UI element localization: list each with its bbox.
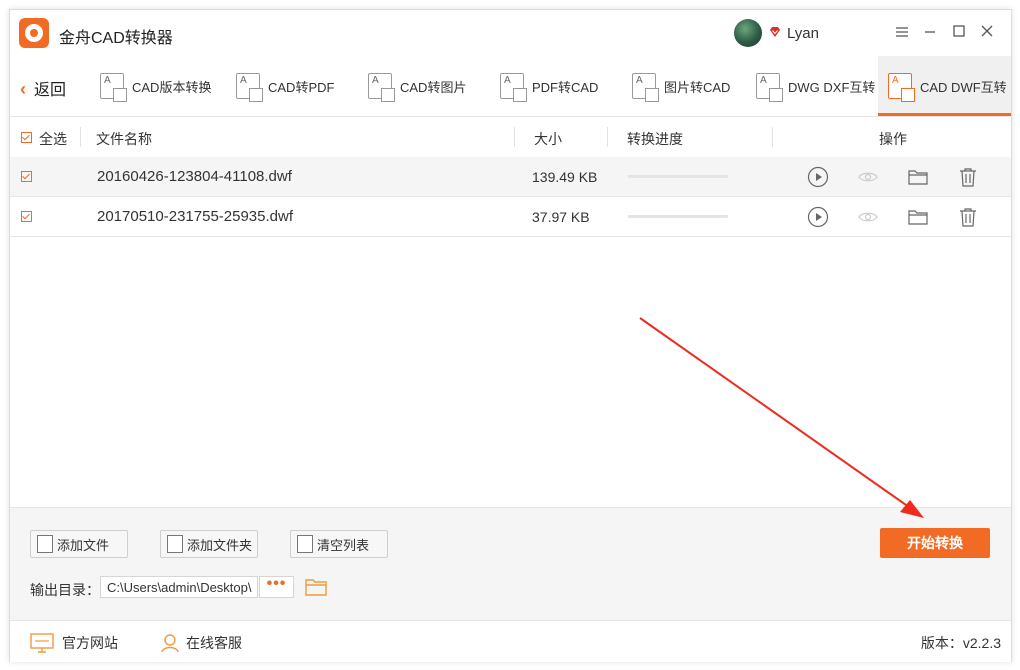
eye-icon[interactable] xyxy=(857,206,879,228)
tab-image-to-cad[interactable]: 图片转CAD xyxy=(632,56,730,116)
add-file-icon xyxy=(37,535,53,553)
tab-cad-to-pdf[interactable]: CAD转PDF xyxy=(236,56,334,116)
maximize-icon[interactable] xyxy=(949,22,969,42)
dwg-dxf-icon xyxy=(756,73,783,102)
username[interactable]: Lyan xyxy=(787,25,819,42)
file-name: 20170510-231755-25935.dwf xyxy=(97,208,294,225)
row-checkbox[interactable] xyxy=(21,211,32,222)
app-logo-icon xyxy=(19,18,49,48)
user-avatar[interactable] xyxy=(734,19,762,47)
cad-version-icon xyxy=(100,73,127,102)
app-window: 金舟CAD转换器 Lyan ‹返回 CAD版本转换 CAD转P xyxy=(9,9,1012,662)
open-folder-icon[interactable] xyxy=(304,576,328,598)
official-website-link[interactable]: 官方网站 xyxy=(30,633,118,653)
cad-to-image-icon xyxy=(368,73,395,102)
eye-icon[interactable] xyxy=(857,166,879,188)
tab-label: DWG DXF互转 xyxy=(788,79,876,95)
tab-dwg-dxf[interactable]: DWG DXF互转 xyxy=(756,56,875,116)
status-bar: 官方网站 在线客服 版本：v2.2.3 xyxy=(10,620,1011,662)
official-website-label: 官方网站 xyxy=(62,635,118,651)
table-header: 全选 文件名称 大小 转换进度 操作 xyxy=(10,117,1011,157)
column-header-name: 文件名称 xyxy=(96,131,152,147)
tab-label: PDF转CAD xyxy=(532,79,599,95)
add-folder-button[interactable]: 添加文件夹 xyxy=(160,530,258,558)
play-icon[interactable] xyxy=(807,166,829,188)
table-row[interactable]: 20170510-231755-25935.dwf 37.97 KB xyxy=(10,197,1011,237)
output-path-field[interactable]: C:\Users\admin\Desktop\ xyxy=(100,576,258,598)
column-divider xyxy=(80,127,81,147)
back-button[interactable]: ‹ 返回 xyxy=(20,76,66,100)
tool-bar: ‹ 返回 CAD版本转换 CAD转PDF CAD转图片 PDF转CAD 图片转CA… xyxy=(10,56,1011,117)
title-bar: 金舟CAD转换器 Lyan xyxy=(10,10,1011,56)
start-convert-button[interactable]: 开始转换 xyxy=(880,528,990,558)
clear-list-button[interactable]: 清空列表 xyxy=(290,530,388,558)
tab-label: CAD版本转换 xyxy=(132,79,212,95)
trash-icon xyxy=(297,535,313,553)
clear-list-label: 清空列表 xyxy=(317,537,370,553)
column-divider xyxy=(772,127,773,147)
select-all-label[interactable]: 全选 xyxy=(39,129,67,149)
version-label: 版本：v2.2.3 xyxy=(920,635,1001,651)
column-header-size: 大小 xyxy=(534,131,562,147)
add-folder-icon xyxy=(167,535,183,553)
menu-icon[interactable] xyxy=(892,22,912,42)
select-all-checkbox[interactable] xyxy=(21,132,32,143)
tab-label: 图片转CAD xyxy=(664,79,731,95)
online-support-label: 在线客服 xyxy=(186,635,242,651)
add-folder-label: 添加文件夹 xyxy=(187,537,253,553)
column-header-actions: 操作 xyxy=(879,131,907,147)
pdf-to-cad-icon xyxy=(500,73,527,102)
close-icon[interactable] xyxy=(977,22,997,42)
table-row[interactable]: 20160426-123804-41108.dwf 139.49 KB xyxy=(10,157,1011,197)
row-checkbox[interactable] xyxy=(21,171,32,182)
trash-icon[interactable] xyxy=(957,206,979,228)
file-size: 139.49 KB xyxy=(532,169,598,185)
tab-cad-dwf[interactable]: CAD DWF互转 xyxy=(878,56,1011,116)
folder-icon[interactable] xyxy=(907,166,929,188)
column-divider xyxy=(607,127,608,147)
online-support-link[interactable]: 在线客服 xyxy=(160,633,242,653)
file-size: 37.97 KB xyxy=(532,209,590,225)
back-label: 返回 xyxy=(34,82,67,99)
tab-label: CAD转PDF xyxy=(268,79,335,95)
file-name: 20160426-123804-41108.dwf xyxy=(97,168,292,185)
tab-cad-to-image[interactable]: CAD转图片 xyxy=(368,56,466,116)
browse-button[interactable]: ••• xyxy=(259,576,294,598)
column-divider xyxy=(514,127,515,147)
column-header-progress: 转换进度 xyxy=(627,131,683,147)
progress-bar xyxy=(628,175,728,178)
trash-icon[interactable] xyxy=(957,166,979,188)
minimize-icon[interactable] xyxy=(920,22,940,42)
add-file-button[interactable]: 添加文件 xyxy=(30,530,128,558)
progress-bar xyxy=(628,215,728,218)
vip-badge-icon xyxy=(770,27,780,37)
tab-cad-version[interactable]: CAD版本转换 xyxy=(100,56,211,116)
image-to-cad-icon xyxy=(632,73,659,102)
monitor-icon xyxy=(30,633,54,653)
output-dir-label: 输出目录： xyxy=(30,582,100,598)
folder-icon[interactable] xyxy=(907,206,929,228)
tab-pdf-to-cad[interactable]: PDF转CAD xyxy=(500,56,598,116)
tab-label: CAD转图片 xyxy=(400,79,467,95)
play-icon[interactable] xyxy=(807,206,829,228)
tab-label: CAD DWF互转 xyxy=(920,79,1007,95)
active-tab-indicator xyxy=(878,113,1011,116)
chevron-left-icon: ‹ xyxy=(20,79,26,99)
support-agent-icon xyxy=(161,634,179,653)
bottom-panel: 添加文件 添加文件夹 清空列表 开始转换 输出目录： C:\Users\admi… xyxy=(10,507,1011,620)
cad-to-pdf-icon xyxy=(236,73,263,102)
app-title: 金舟CAD转换器 xyxy=(59,30,173,47)
cad-dwf-icon xyxy=(888,73,915,102)
add-file-label: 添加文件 xyxy=(57,537,110,553)
